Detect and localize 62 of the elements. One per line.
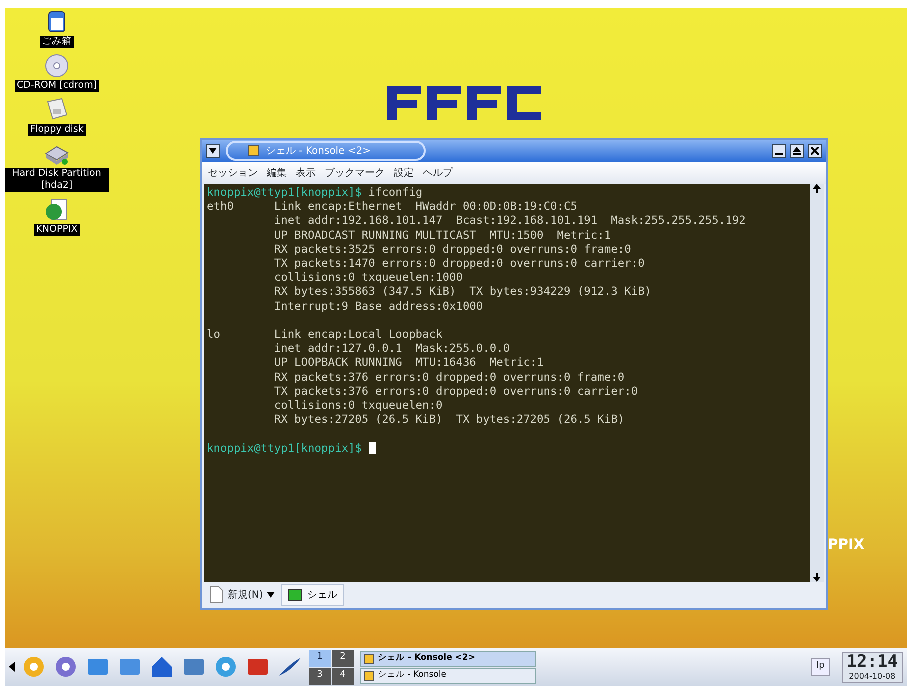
lifebuoy-icon[interactable] [53,654,79,680]
caret-icon [267,592,276,598]
command-text: ifconfig [368,186,423,199]
desktop-icon-label[interactable]: CD-ROM [cdrom] [14,80,100,92]
task-button[interactable]: シェル - Konsole [360,668,536,684]
close-button[interactable] [808,144,822,158]
document-icon [210,586,224,604]
maximize-button[interactable] [790,144,804,158]
terminal-output-line: TX packets:376 errors:0 dropped:0 overruns:0 carrier:0 [273,384,638,398]
panel-arrow-icon[interactable] [9,662,15,672]
menu-item[interactable]: 表示 [296,166,316,180]
window-title: シェル - Konsole <2> [266,144,372,158]
window-menu-button[interactable] [206,144,220,158]
desktop-switch-button[interactable]: 2 [332,650,354,666]
task-button[interactable]: シェル - Konsole <2> [360,650,536,666]
terminal-output-line: Interrupt:9 Base address:0x1000 [273,300,484,313]
menu-item[interactable]: 設定 [394,166,414,180]
desktop-switch-button[interactable]: 3 [309,668,331,684]
terminal-output-line: eth0 Link encap:Ethernet HWaddr 00:0D:0B:19:C0:C5 [207,200,578,214]
terminal-output-line: RX bytes:27205 (26.5 KiB) TX bytes:27205 (26.5 KiB) [273,413,625,426]
desktop-icon-label[interactable]: Floppy disk [28,124,86,136]
terminal-icon [288,589,302,601]
prompt-text: knoppix@ttyp1[knoppix]$ [207,442,362,455]
caret-icon [209,148,217,154]
menu-item[interactable]: ヘルプ [423,166,453,180]
desktop-icon-label[interactable]: KNOPPIX [34,224,80,236]
close-icon [811,146,819,155]
terminal-output-line: RX packets:3525 errors:0 dropped:0 overruns:0 frame:0 [273,242,632,256]
house-icon[interactable] [149,654,175,680]
clock[interactable]: 12:14 2004-10-08 [842,652,903,682]
terminal-output-line: RX bytes:355863 (347.5 KiB) TX bytes:934229 (912.3 KiB) [273,285,652,298]
terminal-output-line: inet addr:192.168.101.147 Bcast:192.168.101.191 Mask:255.255.255.192 [273,214,746,228]
session-tab[interactable]: シェル [281,584,344,606]
terminal-output-line: collisions:0 txqueuelen:0 [273,399,443,412]
menu-item[interactable]: セッション [208,166,258,180]
scroll-down-icon[interactable] [813,573,821,582]
minimize-button[interactable] [772,144,786,158]
terminal-output-line: inet addr:127.0.0.1 Mask:255.0.0.0 [273,342,510,356]
terminal-output-line: UP LOOPBACK RUNNING MTU:16436 Metric:1 [273,356,544,370]
menu-item[interactable]: ブックマーク [325,166,385,180]
terminal-output-line: RX packets:376 errors:0 dropped:0 overruns:0 frame:0 [273,370,625,384]
tray-indicator[interactable]: Ip [811,658,830,676]
terminal-output-line: lo Link encap:Local Loopback [207,328,443,342]
prompt-text: knoppix@ttyp1[knoppix]$ [207,186,362,199]
clock-time: 12:14 [846,652,898,672]
clock-date: 2004-10-08 [849,672,896,682]
desktop-icon-label[interactable]: Hard Disk Partition [hda2] [5,168,109,192]
scroll-up-icon[interactable] [813,184,821,193]
menu-item[interactable]: 編集 [267,166,287,180]
disc-icon[interactable] [43,52,71,80]
scrollbar[interactable] [810,184,824,582]
minimize-icon [775,152,783,155]
new-session-button[interactable]: 新規(N) [210,586,276,604]
wallpaper-caption: PPIX [828,536,865,555]
terminal-output-line: TX packets:1470 errors:0 dropped:0 overruns:0 carrier:0 [273,257,645,270]
maximize-icon [793,146,801,155]
shell-icon [248,145,260,157]
terminal-output-line: collisions:0 txqueuelen:1000 [273,271,463,284]
desktop-switch-button[interactable]: 1 [309,650,331,666]
desktop-switch-button[interactable]: 4 [332,668,354,684]
terminal-output-line: UP BROADCAST RUNNING MULTICAST MTU:1500 Metric:1 [273,228,612,242]
desktop-icon-label[interactable]: ごみ箱 [40,36,74,48]
